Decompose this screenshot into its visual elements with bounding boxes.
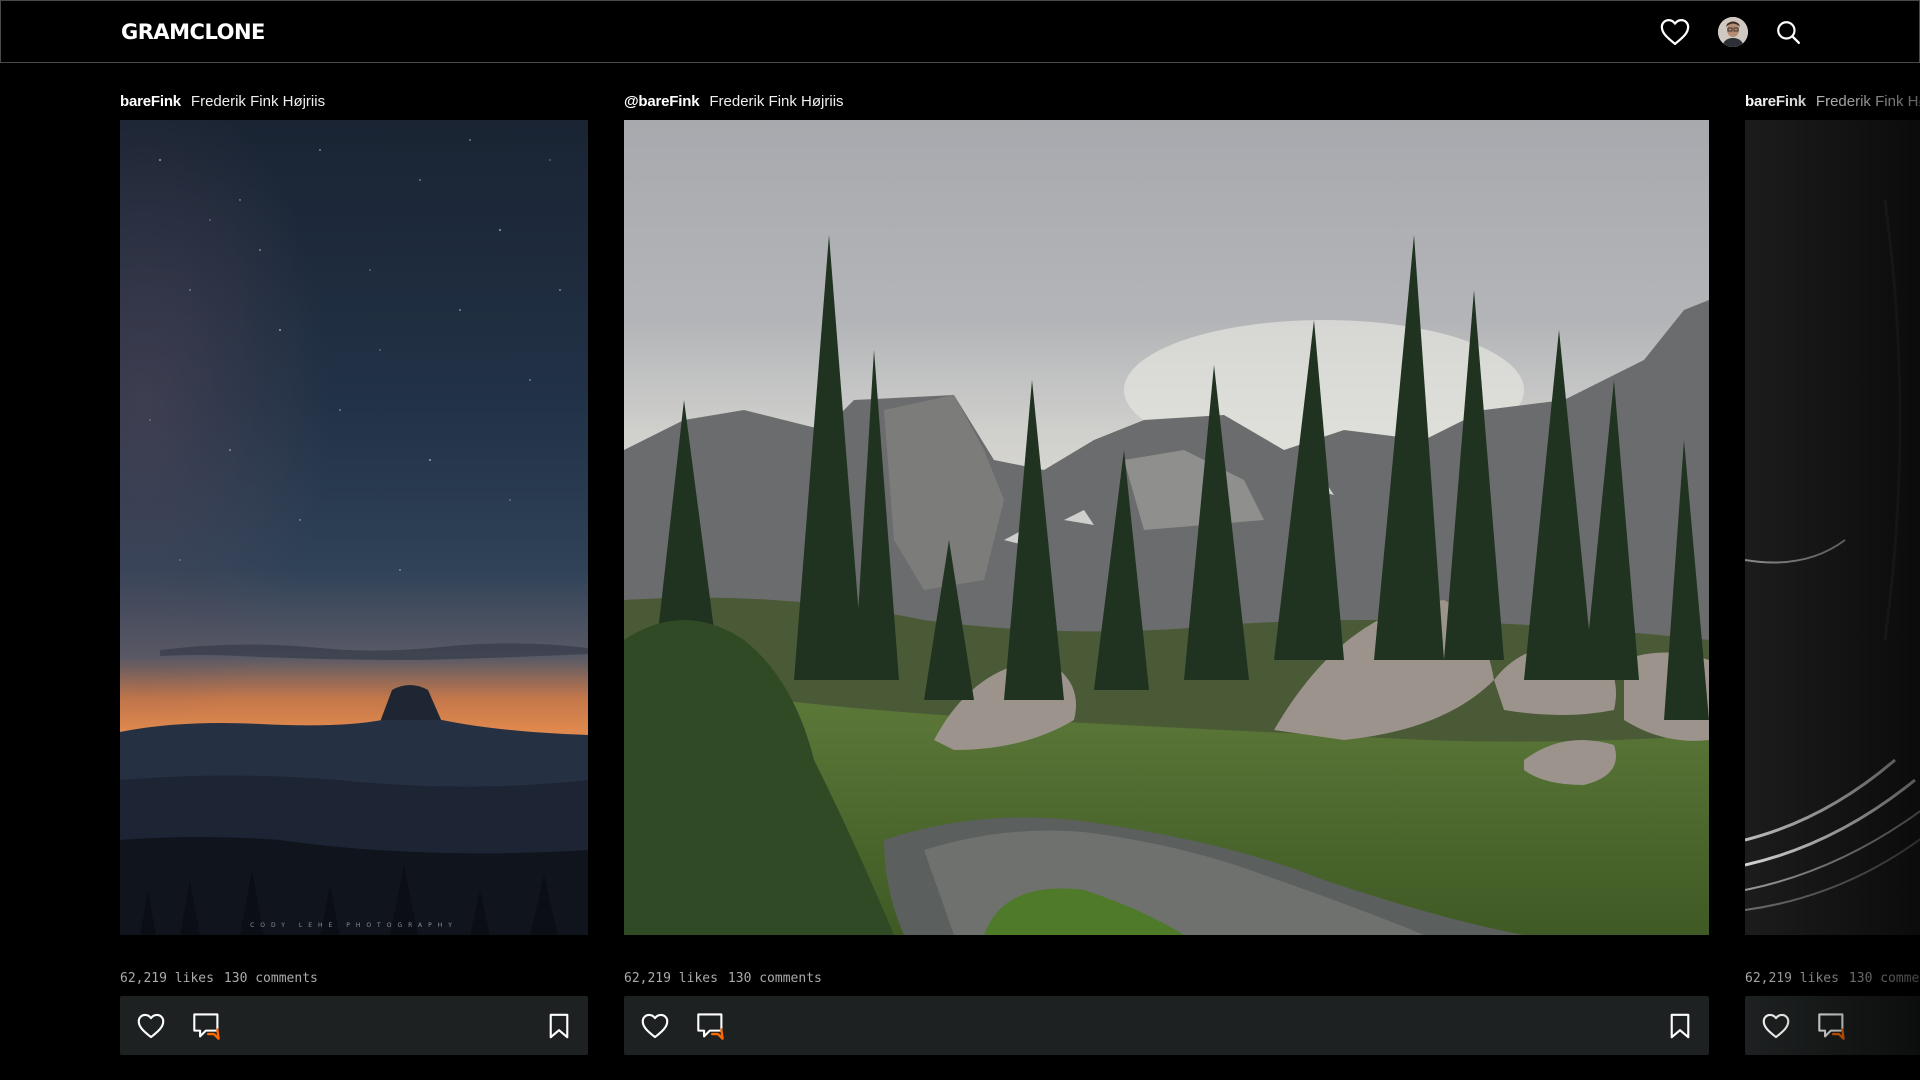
bookmark-icon — [549, 1013, 569, 1039]
heart-icon — [641, 1013, 669, 1039]
post-stats: 62,219 likes 130 comments — [624, 971, 822, 986]
comment-icon — [697, 1013, 724, 1040]
post-header: bareFink Frederik Fink Højriis — [120, 91, 588, 111]
post-action-bar — [624, 996, 1709, 1055]
comments-count[interactable]: 130 comments — [728, 971, 822, 986]
comment-icon — [193, 1013, 220, 1040]
comments-count[interactable]: 130 comments — [224, 971, 318, 986]
post-fullname: Frederik Fink Højriis — [1815, 92, 1920, 110]
like-button[interactable] — [1761, 1011, 1791, 1041]
save-button[interactable] — [1665, 1011, 1695, 1041]
feed-post: bareFink Frederik Fink Højriis CODY LEHE… — [120, 91, 588, 1055]
post-photo-mountain-forest[interactable] — [624, 120, 1709, 935]
top-navigation-bar: GRAMCLONE — [0, 0, 1920, 63]
post-username[interactable]: @bareFink — [624, 93, 700, 110]
heart-icon — [137, 1013, 165, 1039]
likes-count[interactable]: 62,219 likes — [624, 971, 718, 986]
post-feed[interactable]: bareFink Frederik Fink Højriis CODY LEHE… — [0, 63, 1920, 1080]
comment-button[interactable] — [1817, 1011, 1847, 1041]
post-header: bareFink Frederik Fink Højriis — [1745, 91, 1920, 111]
like-button[interactable] — [136, 1011, 166, 1041]
app-logo[interactable]: GRAMCLONE — [121, 20, 265, 44]
post-photo-dark-abstract[interactable] — [1745, 120, 1920, 935]
post-action-bar — [1745, 996, 1920, 1055]
post-username[interactable]: bareFink — [120, 93, 181, 110]
photo-watermark: CODY LEHE PHOTOGRAPHY — [250, 922, 458, 929]
post-action-bar — [120, 996, 588, 1055]
post-fullname: Frederik Fink Højriis — [709, 92, 844, 110]
comment-button[interactable] — [192, 1011, 222, 1041]
post-fullname: Frederik Fink Højriis — [190, 92, 326, 110]
comment-icon — [1818, 1013, 1845, 1040]
likes-count[interactable]: 62,219 likes — [1745, 971, 1839, 986]
heart-icon[interactable] — [1659, 16, 1691, 48]
post-username[interactable]: bareFink — [1745, 93, 1806, 110]
like-button[interactable] — [640, 1011, 670, 1041]
avatar[interactable] — [1718, 17, 1748, 47]
post-stats: 62,219 likes 130 comments — [1745, 971, 1920, 986]
heart-icon — [1762, 1013, 1790, 1039]
feed-post: @bareFink Frederik Fink Højriis 62,219 l… — [624, 91, 1709, 1055]
post-header: @bareFink Frederik Fink Højriis — [624, 91, 1709, 111]
post-photo-night-sky[interactable]: CODY LEHE PHOTOGRAPHY — [120, 120, 588, 935]
comment-button[interactable] — [696, 1011, 726, 1041]
search-icon[interactable] — [1772, 16, 1804, 48]
likes-count[interactable]: 62,219 likes — [120, 971, 214, 986]
bookmark-icon — [1670, 1013, 1690, 1039]
post-stats: 62,219 likes 130 comments — [120, 971, 318, 986]
save-button[interactable] — [544, 1011, 574, 1041]
feed-post: bareFink Frederik Fink Højriis 62,219 li… — [1745, 91, 1920, 1055]
comments-count[interactable]: 130 comments — [1849, 971, 1920, 986]
